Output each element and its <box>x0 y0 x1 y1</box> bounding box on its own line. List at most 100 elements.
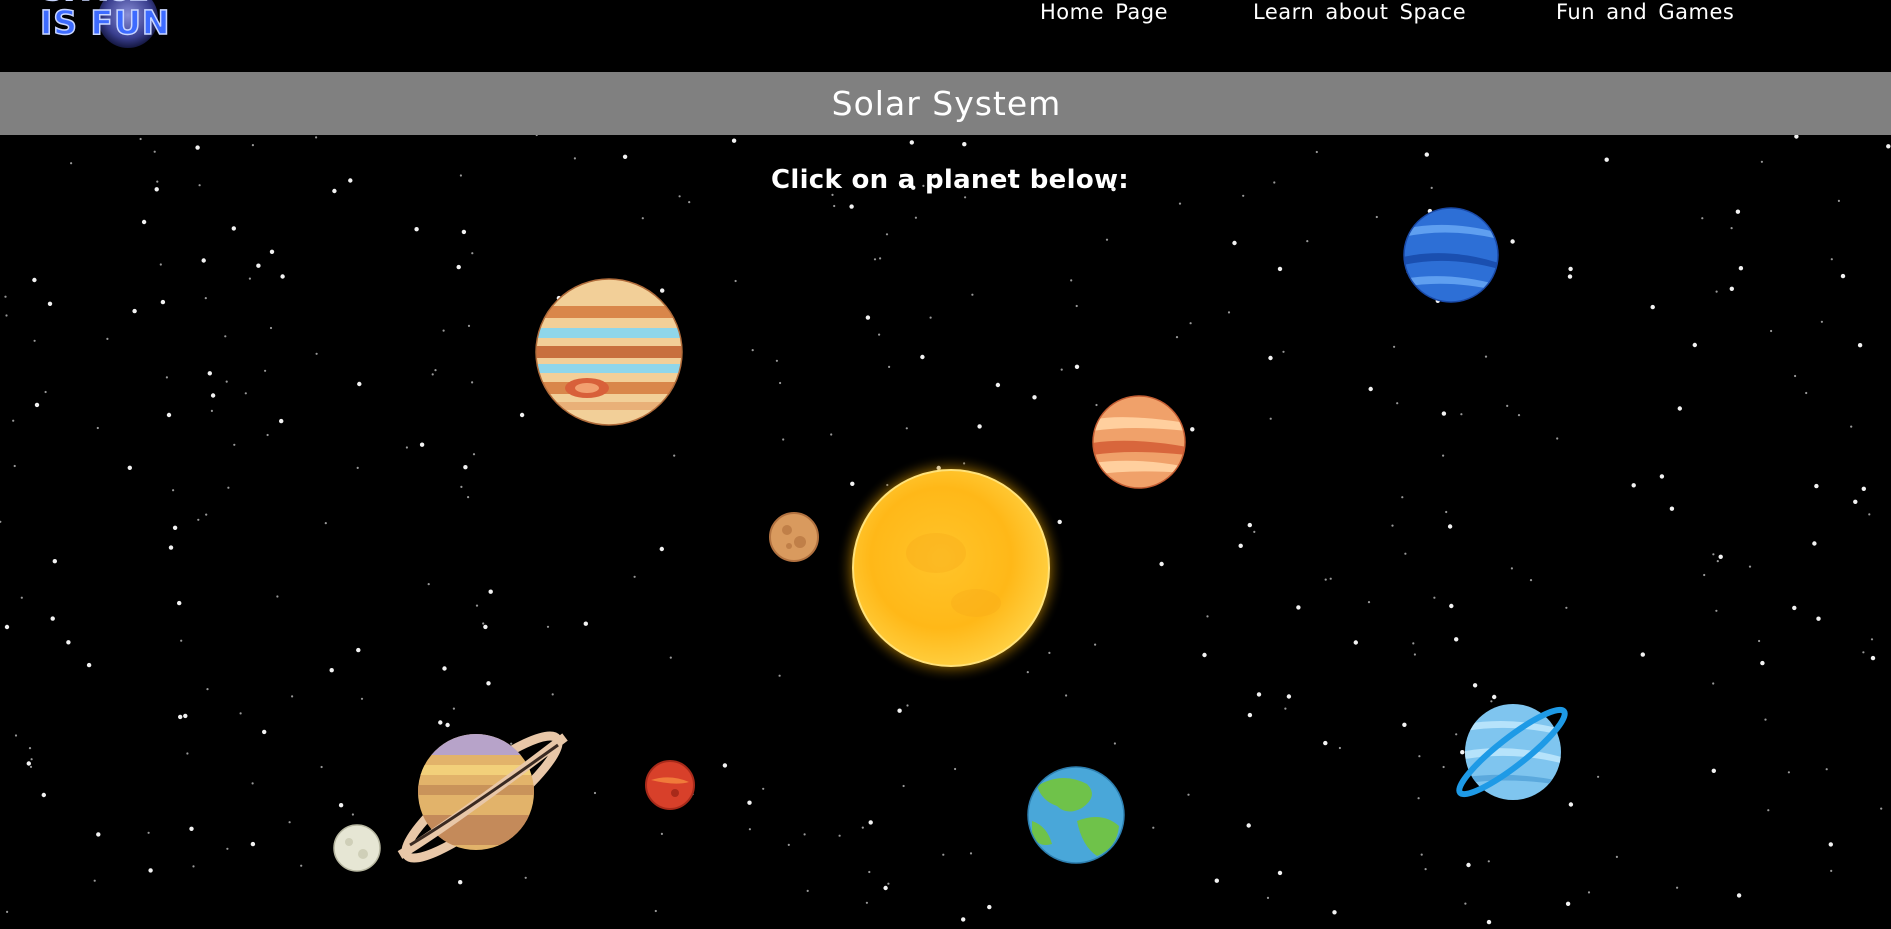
star <box>127 465 132 470</box>
star <box>806 889 809 893</box>
star <box>929 316 932 319</box>
uranus-icon[interactable] <box>1450 690 1575 815</box>
star <box>1367 601 1371 604</box>
page-title: Solar System <box>831 84 1062 123</box>
earth-icon[interactable] <box>1027 766 1126 865</box>
star <box>269 249 275 254</box>
star <box>1692 342 1698 348</box>
star <box>251 782 254 785</box>
pluto-icon[interactable] <box>333 824 381 872</box>
star <box>324 522 327 525</box>
nav-home-page[interactable]: Home Page <box>1040 0 1168 24</box>
star <box>762 787 765 790</box>
star <box>1466 862 1471 868</box>
site-logo[interactable]: SPACE IS FUN <box>36 0 216 60</box>
star <box>1178 202 1182 205</box>
star <box>1650 304 1655 310</box>
star <box>1227 311 1231 314</box>
star <box>1640 652 1646 657</box>
star <box>1277 266 1283 272</box>
neptune-icon[interactable] <box>1403 207 1499 303</box>
star <box>1814 483 1819 489</box>
star <box>1565 901 1571 906</box>
star <box>28 747 32 750</box>
star <box>1862 651 1865 654</box>
star <box>1315 150 1318 154</box>
star <box>1402 722 1407 727</box>
star <box>1074 364 1080 369</box>
star <box>1282 350 1285 353</box>
star <box>1712 553 1715 556</box>
star <box>1065 694 1068 697</box>
star <box>1770 329 1773 333</box>
star <box>1433 596 1436 599</box>
star <box>207 371 212 376</box>
star <box>1420 853 1423 856</box>
star <box>1175 336 1179 339</box>
star <box>1556 437 1559 440</box>
nav-learn-about-space[interactable]: Learn about Space <box>1253 0 1466 24</box>
star <box>239 712 242 715</box>
star <box>1202 652 1207 658</box>
star <box>225 380 228 383</box>
star <box>262 729 267 735</box>
nav-fun-and-games[interactable]: Fun and Games <box>1556 0 1734 24</box>
star <box>1735 209 1741 214</box>
star <box>41 792 46 798</box>
sun-icon[interactable] <box>836 453 1066 683</box>
star <box>1568 266 1573 272</box>
jupiter-icon[interactable] <box>535 278 683 426</box>
star <box>427 583 430 586</box>
star <box>1729 286 1735 291</box>
mercury-icon[interactable] <box>769 512 819 562</box>
mars-icon[interactable] <box>645 760 695 810</box>
star <box>210 409 213 412</box>
star <box>1587 891 1591 894</box>
star <box>782 438 785 441</box>
star <box>13 464 16 468</box>
star <box>70 162 73 165</box>
star <box>1805 391 1808 395</box>
star <box>172 489 175 492</box>
star <box>873 258 877 261</box>
star <box>1736 893 1742 898</box>
star <box>205 513 208 516</box>
star <box>1529 579 1533 582</box>
star <box>52 559 57 564</box>
star <box>1070 279 1073 282</box>
star <box>96 426 99 430</box>
star <box>1615 855 1618 859</box>
star <box>1269 417 1272 420</box>
star <box>1449 603 1454 609</box>
star <box>1510 239 1515 244</box>
star <box>751 349 754 352</box>
star <box>659 546 664 552</box>
star <box>96 832 101 837</box>
star <box>1412 642 1415 645</box>
star <box>1850 425 1853 428</box>
page-title-bar: Solar System <box>0 72 1891 135</box>
star <box>1375 215 1378 219</box>
star <box>86 662 92 668</box>
star <box>460 485 463 488</box>
star <box>1830 869 1833 873</box>
star <box>1868 513 1871 516</box>
star <box>1306 240 1309 243</box>
star <box>1701 217 1704 220</box>
saturn-icon[interactable] <box>390 715 575 880</box>
star <box>1323 740 1328 746</box>
star <box>1417 797 1420 800</box>
star <box>748 828 752 831</box>
star <box>405 446 408 449</box>
star <box>463 465 468 470</box>
star <box>482 622 485 625</box>
star <box>210 393 216 398</box>
star <box>1506 404 1509 407</box>
star <box>888 365 891 368</box>
star <box>969 852 973 855</box>
venus-icon[interactable] <box>1092 395 1187 490</box>
star <box>1442 454 1445 457</box>
star <box>1830 258 1833 261</box>
star <box>942 853 945 856</box>
star <box>1159 561 1164 567</box>
